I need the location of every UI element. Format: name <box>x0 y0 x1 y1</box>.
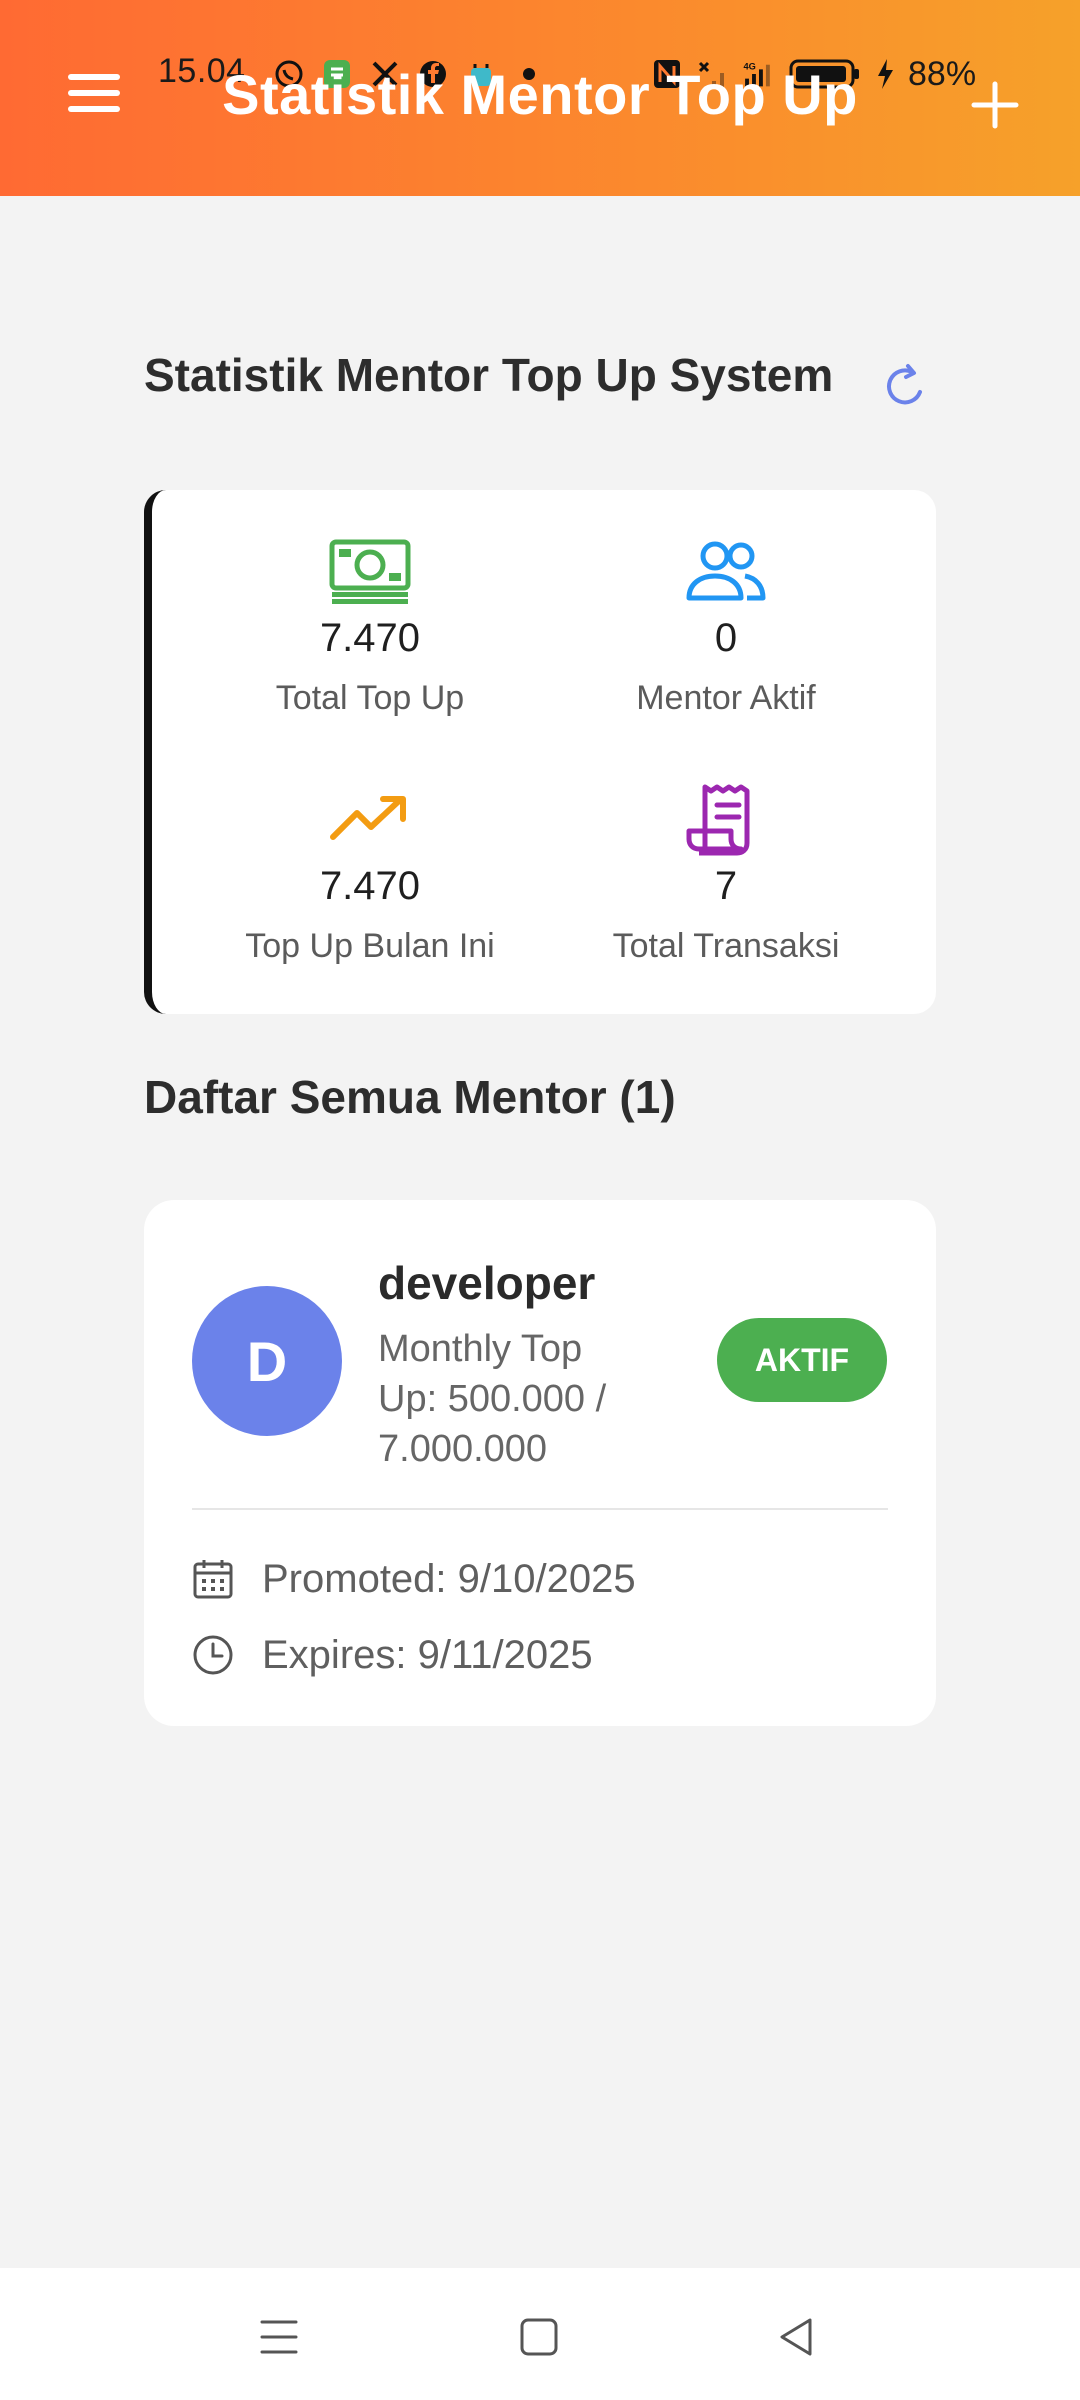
back-icon <box>780 2318 812 2356</box>
stat-label: Total Transaksi <box>612 927 840 965</box>
status-badge: AKTIF <box>717 1318 887 1402</box>
stat-mentor-aktif: 0 Mentor Aktif <box>556 536 896 718</box>
recent-apps-button[interactable] <box>254 2312 304 2362</box>
stat-value: 0 <box>714 616 738 660</box>
stat-top-up-bulan-ini: 7.470 Top Up Bulan Ini <box>200 784 540 966</box>
home-icon <box>520 2318 558 2356</box>
clock-icon <box>192 1633 236 1677</box>
mentor-name: developer <box>378 1257 596 1309</box>
stat-label: Top Up Bulan Ini <box>245 927 495 965</box>
stat-label: Mentor Aktif <box>636 679 816 717</box>
stat-label: Total Top Up <box>275 679 465 717</box>
users-icon <box>556 536 896 606</box>
refresh-button[interactable] <box>880 362 930 416</box>
avatar: D <box>192 1286 342 1436</box>
mentor-card[interactable]: D developer Monthly Top Up: 500.000 / 7.… <box>144 1200 936 1726</box>
receipt-icon <box>556 784 896 856</box>
promoted-row: Promoted: 9/10/2025 <box>192 1554 636 1604</box>
divider <box>192 1508 888 1510</box>
stats-card: 7.470 Total Top Up 0 Mentor Aktif 7.470 … <box>144 490 936 1014</box>
recent-apps-icon <box>260 2320 298 2354</box>
mentor-list-title: Daftar Semua Mentor (1) <box>144 1071 676 1123</box>
expires-date: Expires: 9/11/2025 <box>262 1632 593 1677</box>
calendar-icon <box>192 1557 236 1601</box>
trending-up-icon <box>200 784 540 854</box>
stats-section-title: Statistik Mentor Top Up System <box>144 349 834 401</box>
system-navigation-bar <box>0 2268 1080 2400</box>
page-title: Statistik Mentor Top Up <box>222 63 858 126</box>
promoted-date: Promoted: 9/10/2025 <box>262 1556 636 1601</box>
mentor-monthly-top-up: Monthly Top Up: 500.000 / 7.000.000 <box>378 1328 607 1470</box>
stat-value: 7.470 <box>319 616 421 660</box>
stat-total-top-up: 7.470 Total Top Up <box>200 536 540 718</box>
stat-value: 7.470 <box>319 864 421 908</box>
back-button[interactable] <box>772 2312 822 2362</box>
plus-icon <box>971 81 1019 129</box>
home-button[interactable] <box>514 2312 564 2362</box>
stat-total-transaksi: 7 Total Transaksi <box>556 784 896 966</box>
add-button[interactable] <box>970 80 1020 130</box>
app-header: 15.04 4G 88% Statistik Mentor Top Up <box>0 0 1080 196</box>
money-icon <box>200 536 540 606</box>
expires-row: Expires: 9/11/2025 <box>192 1630 593 1680</box>
stat-value: 7 <box>714 864 738 908</box>
refresh-icon <box>887 364 922 405</box>
